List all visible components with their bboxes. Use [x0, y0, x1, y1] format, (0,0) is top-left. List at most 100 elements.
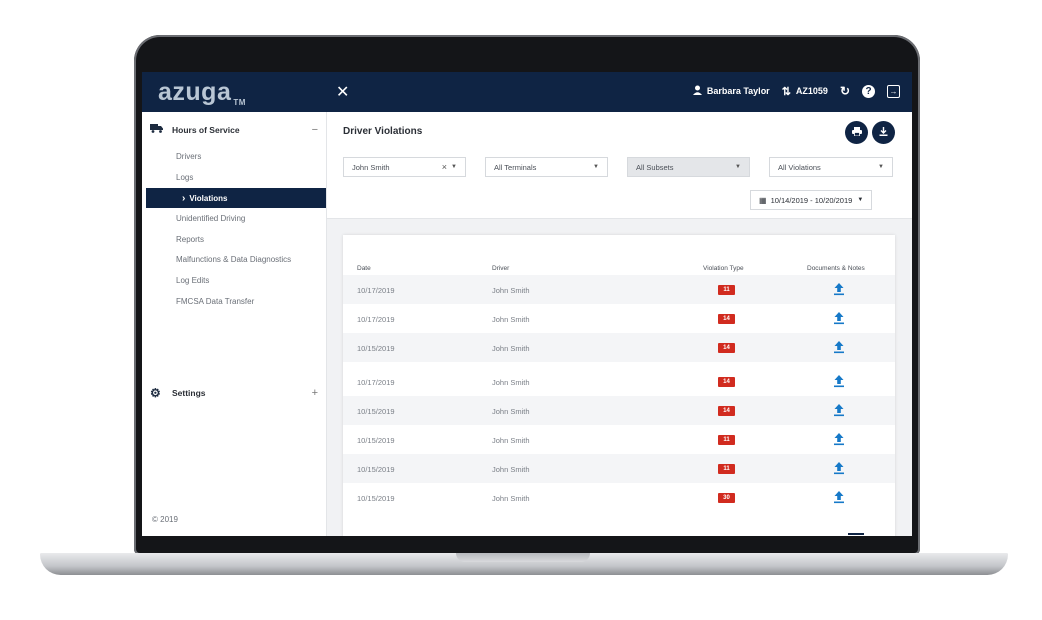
cell-date: 10/17/2019 — [357, 378, 395, 387]
upload-icon[interactable] — [833, 374, 845, 388]
chevron-down-icon: ▼ — [593, 164, 599, 170]
column-header-violation-type[interactable]: Violation Type — [703, 265, 744, 272]
gear-icon: ⚙ — [150, 386, 161, 400]
upload-icon[interactable] — [833, 432, 845, 446]
sidebar-item-violations[interactable]: › Violations — [146, 188, 326, 208]
laptop-notch — [456, 553, 590, 562]
upload-icon[interactable] — [833, 490, 845, 504]
cell-driver[interactable]: John Smith — [492, 494, 530, 503]
filter-bar: John Smith × ▼ All Terminals ▼ All Subse… — [327, 152, 912, 184]
user-menu[interactable]: Barbara Taylor — [692, 85, 770, 98]
cell-date: 10/15/2019 — [357, 436, 395, 445]
table-row[interactable]: 10/17/2019 John Smith 11 — [343, 275, 895, 304]
date-range-picker[interactable]: ▦ 10/14/2019 - 10/20/2019 ▼ — [750, 190, 873, 210]
violation-badge: 14 — [718, 377, 735, 387]
sidebar-item-malfunctions[interactable]: Malfunctions & Data Diagnostics — [176, 255, 291, 264]
table-row[interactable]: 10/17/2019 John Smith 14 — [343, 304, 895, 333]
chevron-right-icon: › — [182, 192, 186, 204]
chevron-down-icon: ▼ — [735, 164, 741, 170]
cell-date: 10/17/2019 — [357, 315, 395, 324]
violation-select[interactable]: All Violations ▼ — [769, 157, 893, 177]
cell-driver[interactable]: John Smith — [492, 436, 530, 445]
print-icon — [851, 126, 862, 139]
sidebar-section-settings[interactable]: ⚙ Settings + — [150, 386, 318, 400]
cell-driver[interactable]: John Smith — [492, 465, 530, 474]
upload-icon[interactable] — [833, 403, 845, 417]
cell-date: 10/15/2019 — [357, 344, 395, 353]
section-label: Hours of Service — [172, 125, 240, 135]
section-label: Settings — [172, 388, 206, 398]
sidebar-item-drivers[interactable]: Drivers — [176, 152, 201, 161]
print-button[interactable] — [845, 121, 868, 144]
table-row[interactable]: 10/15/2019 John Smith 14 — [343, 333, 895, 362]
violations-table: Date Driver Violation Type Documents & N… — [343, 235, 895, 536]
calendar-icon: ▦ — [759, 195, 767, 205]
cell-driver[interactable]: John Smith — [492, 407, 530, 416]
violation-badge: 11 — [718, 464, 735, 474]
vehicle-switcher[interactable]: ⇅ AZ1059 — [782, 85, 828, 98]
top-right-controls: Barbara Taylor ⇅ AZ1059 ↻ ? → — [681, 84, 900, 98]
upload-icon[interactable] — [833, 340, 845, 354]
table-row[interactable]: 10/17/2019 John Smith 14 — [343, 367, 895, 396]
sidebar-section-hours-of-service[interactable]: Hours of Service − — [150, 124, 318, 136]
column-header-date[interactable]: Date — [357, 265, 371, 272]
page-header: Driver Violations — [327, 112, 912, 152]
column-header-driver[interactable]: Driver — [492, 265, 509, 272]
table-row[interactable]: 10/15/2019 John Smith 11 — [343, 425, 895, 454]
cell-driver[interactable]: John Smith — [492, 315, 530, 324]
copyright: © 2019 — [152, 515, 178, 524]
main-content: Driver Violations John Smith × ▼ All Ter… — [327, 112, 912, 536]
sidebar: Hours of Service − Drivers Logs › Violat… — [142, 112, 327, 536]
clear-icon[interactable]: × — [442, 162, 447, 172]
violation-badge: 11 — [718, 285, 735, 295]
refresh-icon[interactable]: ↻ — [840, 84, 850, 98]
page-title: Driver Violations — [343, 126, 423, 137]
sidebar-item-log-edits[interactable]: Log Edits — [176, 276, 209, 285]
violation-select-value: All Violations — [778, 162, 821, 172]
terminal-select[interactable]: All Terminals ▼ — [485, 157, 608, 177]
violation-badge: 11 — [718, 435, 735, 445]
table-row[interactable]: 10/15/2019 John Smith 11 — [343, 454, 895, 483]
azuga-logo[interactable]: azuga TM — [158, 78, 246, 107]
column-header-documents-notes[interactable]: Documents & Notes — [807, 265, 865, 272]
close-menu-button[interactable]: ✕ — [336, 82, 349, 102]
vehicle-id: AZ1059 — [795, 86, 828, 96]
violation-badge: 14 — [718, 314, 735, 324]
expand-toggle[interactable]: + — [312, 387, 318, 399]
upload-icon[interactable] — [833, 311, 845, 325]
chevron-down-icon: ▼ — [451, 164, 457, 170]
user-name: Barbara Taylor — [706, 86, 770, 96]
chevron-down-icon: ▼ — [878, 164, 884, 170]
cell-date: 10/15/2019 — [357, 465, 395, 474]
app-screen: azuga TM ✕ Barbara Taylor ⇅ AZ1059 ↻ ? → … — [142, 72, 912, 536]
sidebar-item-logs[interactable]: Logs — [176, 173, 193, 182]
sidebar-item-label: Violations — [189, 193, 228, 203]
top-navigation-bar: azuga TM ✕ Barbara Taylor ⇅ AZ1059 ↻ ? → — [142, 72, 912, 112]
violation-badge: 14 — [718, 343, 735, 353]
truck-icon — [150, 124, 164, 136]
collapse-toggle[interactable]: − — [312, 124, 318, 136]
date-range-value: 10/14/2019 - 10/20/2019 — [770, 195, 853, 205]
download-icon — [879, 126, 888, 139]
download-button[interactable] — [872, 121, 895, 144]
user-icon — [692, 85, 702, 98]
cell-driver[interactable]: John Smith — [492, 378, 530, 387]
cell-driver[interactable]: John Smith — [492, 344, 530, 353]
cell-date: 10/15/2019 — [357, 407, 395, 416]
table-row[interactable]: 10/15/2019 John Smith 30 — [343, 483, 895, 512]
help-icon[interactable]: ? — [862, 84, 875, 98]
logout-icon[interactable]: → — [887, 84, 900, 98]
table-row[interactable]: 10/15/2019 John Smith 14 — [343, 396, 895, 425]
violation-badge: 30 — [718, 493, 735, 503]
switch-icon: ⇅ — [781, 85, 791, 98]
sidebar-item-reports[interactable]: Reports — [176, 235, 204, 244]
upload-icon[interactable] — [833, 461, 845, 475]
sidebar-item-unidentified-driving[interactable]: Unidentified Driving — [176, 214, 245, 223]
upload-icon[interactable] — [833, 282, 845, 296]
cell-driver[interactable]: John Smith — [492, 286, 530, 295]
pagination-indicator[interactable] — [848, 533, 864, 535]
subset-select[interactable]: All Subsets ▼ — [627, 157, 750, 177]
driver-select[interactable]: John Smith × ▼ — [343, 157, 466, 177]
sidebar-item-fmcsa-data-transfer[interactable]: FMCSA Data Transfer — [176, 297, 254, 306]
terminal-select-value: All Terminals — [494, 162, 537, 172]
